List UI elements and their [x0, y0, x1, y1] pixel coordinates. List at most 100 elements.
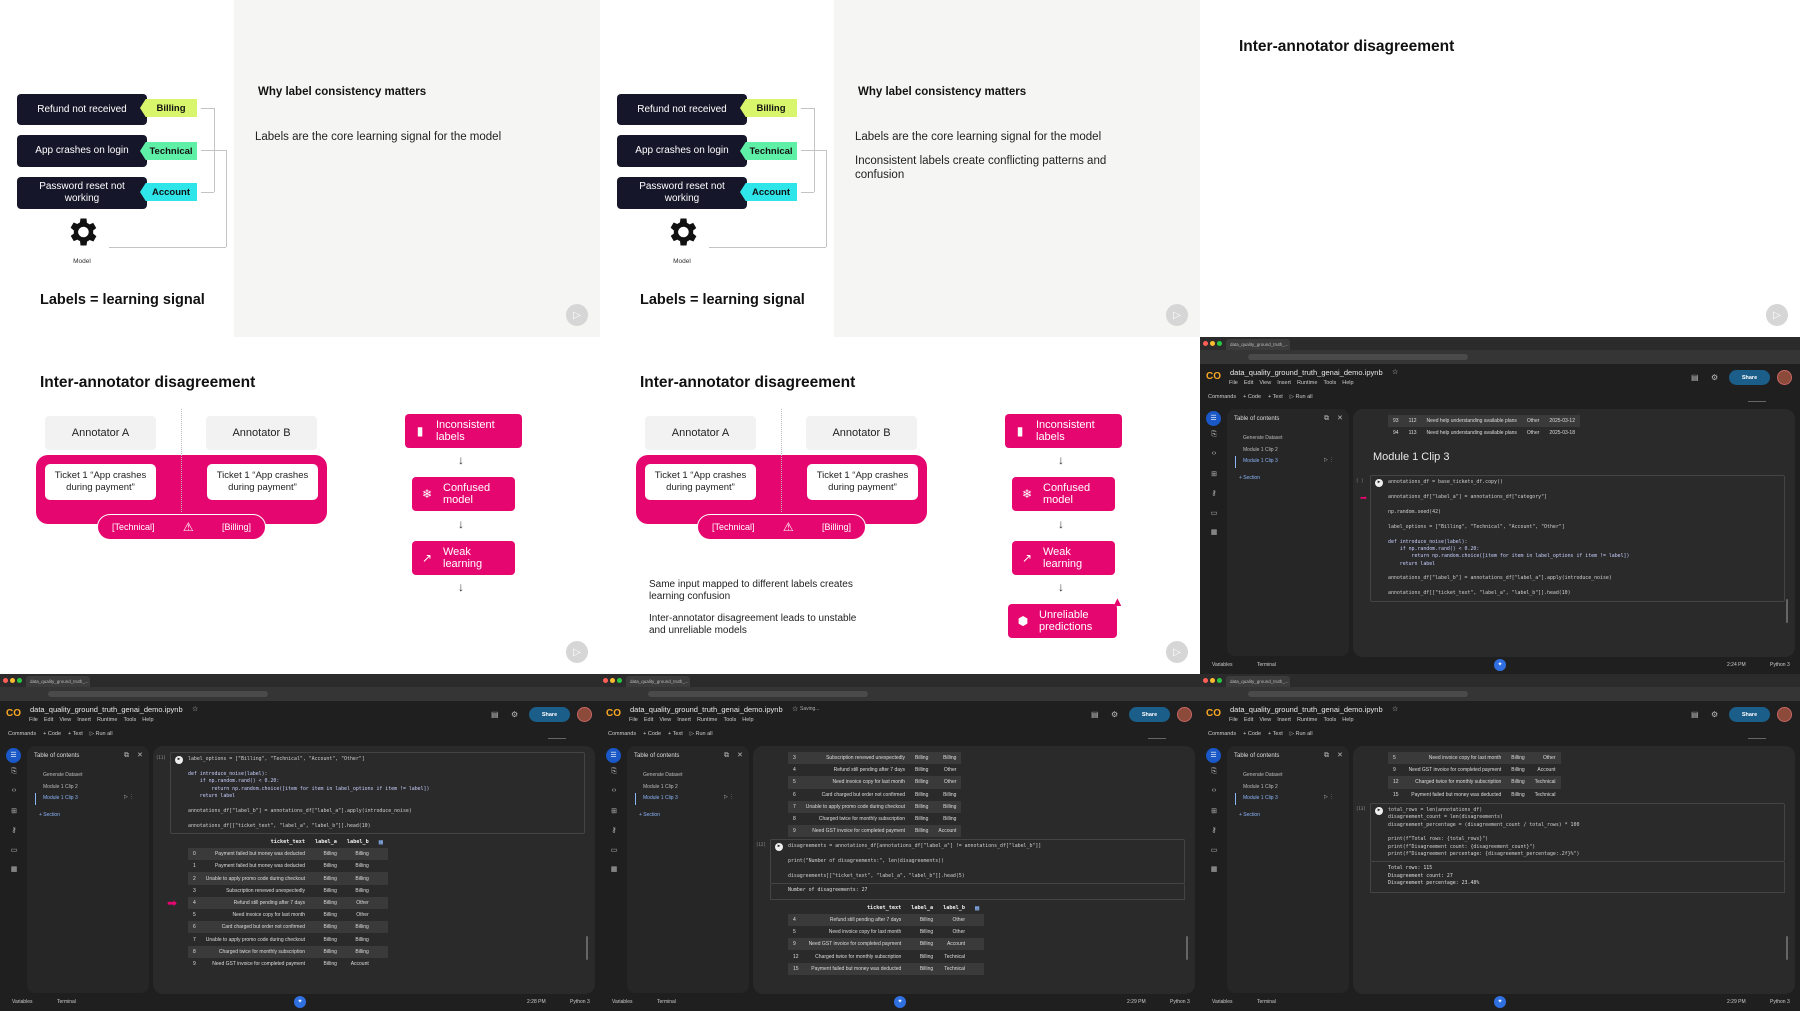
- close-icon[interactable]: ✕: [1337, 414, 1343, 422]
- toc-icon[interactable]: ☰: [6, 748, 21, 763]
- notebook-title[interactable]: data_quality_ground_truth_genai_demo.ipy…: [1230, 368, 1383, 377]
- toolbar-button[interactable]: + Code: [1243, 731, 1261, 737]
- close-icon[interactable]: ✕: [1337, 751, 1343, 759]
- toc-item[interactable]: Generate Dataset: [43, 772, 82, 778]
- comment-icon[interactable]: ▤: [1691, 373, 1699, 382]
- share-button[interactable]: Share: [1729, 370, 1770, 385]
- code-cell[interactable]: ▶ [ ] annotations_df = base_tickets_df.cop…: [1356, 475, 1785, 602]
- menu-item[interactable]: Help: [1342, 717, 1353, 723]
- settings-icon[interactable]: ⚙: [1111, 710, 1118, 719]
- toolbar-button[interactable]: + Code: [43, 731, 61, 737]
- comment-icon[interactable]: ▤: [1091, 710, 1099, 719]
- toc-item[interactable]: Generate Dataset: [1243, 772, 1282, 778]
- menu-item[interactable]: Help: [742, 717, 753, 723]
- menu-item[interactable]: Insert: [77, 717, 91, 723]
- files-icon[interactable]: ▭: [606, 846, 622, 866]
- popout-icon[interactable]: ⧉: [124, 752, 129, 760]
- browser-tab[interactable]: data_quality_ground_truth_...: [26, 676, 90, 687]
- table-chart-icon[interactable]: ▦: [970, 902, 984, 914]
- toolbar-button[interactable]: ▷ Run all: [1290, 394, 1313, 400]
- ram-disk-indicator[interactable]: [1148, 730, 1166, 739]
- window-control[interactable]: [1217, 341, 1222, 346]
- window-control[interactable]: [1210, 341, 1215, 346]
- toc-item[interactable]: Module 1 Clip 3: [643, 795, 678, 801]
- secrets-icon[interactable]: ⚷: [606, 826, 622, 846]
- star-icon[interactable]: ☆: [1392, 368, 1398, 376]
- window-control[interactable]: [10, 678, 15, 683]
- find-icon[interactable]: ⎘: [1206, 768, 1222, 788]
- share-button[interactable]: Share: [529, 707, 570, 722]
- toc-icon[interactable]: ☰: [1206, 411, 1221, 426]
- run-section-icon[interactable]: ▷ ⋮: [1324, 457, 1334, 463]
- terminal-button[interactable]: Terminal: [1257, 662, 1276, 668]
- share-button[interactable]: Share: [1129, 707, 1170, 722]
- variables-button[interactable]: Variables: [12, 999, 32, 1005]
- window-control[interactable]: [617, 678, 622, 683]
- menu-item[interactable]: Help: [142, 717, 153, 723]
- avatar[interactable]: [1777, 370, 1792, 385]
- toc-icon[interactable]: ☰: [606, 748, 621, 763]
- browser-tab[interactable]: data_quality_ground_truth_...: [626, 676, 690, 687]
- toc-item[interactable]: Module 1 Clip 3: [1243, 795, 1278, 801]
- toolbar-button[interactable]: + Code: [1243, 394, 1261, 400]
- data-icon[interactable]: ▦: [606, 865, 622, 885]
- variables-icon[interactable]: ⊞: [6, 807, 22, 827]
- toolbar-button[interactable]: + Text: [1268, 394, 1283, 400]
- run-section-icon[interactable]: ▷ ⋮: [1324, 794, 1334, 800]
- toolbar-button[interactable]: ▷ Run all: [90, 731, 113, 737]
- scrollbar[interactable]: [1186, 936, 1188, 960]
- share-button[interactable]: Share: [1729, 707, 1770, 722]
- avatar[interactable]: [577, 707, 592, 722]
- variables-icon[interactable]: ⊞: [1206, 807, 1222, 827]
- runtime-label[interactable]: Python 3: [1770, 662, 1790, 668]
- menu-item[interactable]: Runtime: [697, 717, 717, 723]
- menu-item[interactable]: File: [1229, 717, 1238, 723]
- runtime-label[interactable]: Python 3: [1770, 999, 1790, 1005]
- notebook-title[interactable]: data_quality_ground_truth_genai_demo.ipy…: [1230, 705, 1383, 714]
- menu-item[interactable]: Tools: [123, 717, 136, 723]
- files-icon[interactable]: ▭: [1206, 846, 1222, 866]
- window-control[interactable]: [1203, 678, 1208, 683]
- menu-item[interactable]: View: [1259, 380, 1271, 386]
- url-text[interactable]: [1248, 691, 1468, 697]
- menu-item[interactable]: Tools: [1323, 717, 1336, 723]
- window-control[interactable]: [610, 678, 615, 683]
- gemini-button[interactable]: ✦: [894, 996, 906, 1008]
- add-section-button[interactable]: + Section: [39, 812, 60, 818]
- menu-item[interactable]: Edit: [44, 717, 53, 723]
- toolbar-button[interactable]: Commands: [8, 731, 36, 737]
- notebook-title[interactable]: data_quality_ground_truth_genai_demo.ipy…: [630, 705, 783, 714]
- play-button[interactable]: ▷: [566, 304, 588, 326]
- secrets-icon[interactable]: ⚷: [6, 826, 22, 846]
- menu-item[interactable]: View: [1259, 717, 1271, 723]
- data-icon[interactable]: ▦: [6, 865, 22, 885]
- browser-tab[interactable]: data_quality_ground_truth_...: [1226, 676, 1290, 687]
- gemini-button[interactable]: ✦: [1494, 996, 1506, 1008]
- menu-item[interactable]: Runtime: [97, 717, 117, 723]
- run-cell-button[interactable]: ▶: [1375, 806, 1383, 815]
- menu-item[interactable]: Tools: [1323, 380, 1336, 386]
- add-section-button[interactable]: + Section: [1239, 812, 1260, 818]
- menu-item[interactable]: Insert: [677, 717, 691, 723]
- star-icon[interactable]: ☆: [792, 705, 798, 713]
- popout-icon[interactable]: ⧉: [724, 752, 729, 760]
- settings-icon[interactable]: ⚙: [1711, 710, 1718, 719]
- play-button[interactable]: ▷: [1166, 304, 1188, 326]
- menu-item[interactable]: Runtime: [1297, 380, 1317, 386]
- run-cell-button[interactable]: ▶: [1375, 479, 1383, 488]
- toc-item[interactable]: Module 1 Clip 2: [43, 784, 78, 790]
- url-text[interactable]: [648, 691, 868, 697]
- code-cell[interactable]: ▶ [13] total_rows = len(annotations_df) dis…: [1356, 802, 1785, 863]
- secrets-icon[interactable]: ⚷: [1206, 826, 1222, 846]
- code-icon[interactable]: ‹›: [1206, 450, 1222, 470]
- window-control[interactable]: [603, 678, 608, 683]
- add-section-button[interactable]: + Section: [639, 812, 660, 818]
- settings-icon[interactable]: ⚙: [1711, 373, 1718, 382]
- run-cell-button[interactable]: ▶: [775, 843, 783, 852]
- code-icon[interactable]: ‹›: [1206, 787, 1222, 807]
- toolbar-button[interactable]: + Text: [1268, 731, 1283, 737]
- avatar[interactable]: [1177, 707, 1192, 722]
- toolbar-button[interactable]: ▷ Run all: [1290, 731, 1313, 737]
- secrets-icon[interactable]: ⚷: [1206, 489, 1222, 509]
- toc-item[interactable]: Module 1 Clip 2: [643, 784, 678, 790]
